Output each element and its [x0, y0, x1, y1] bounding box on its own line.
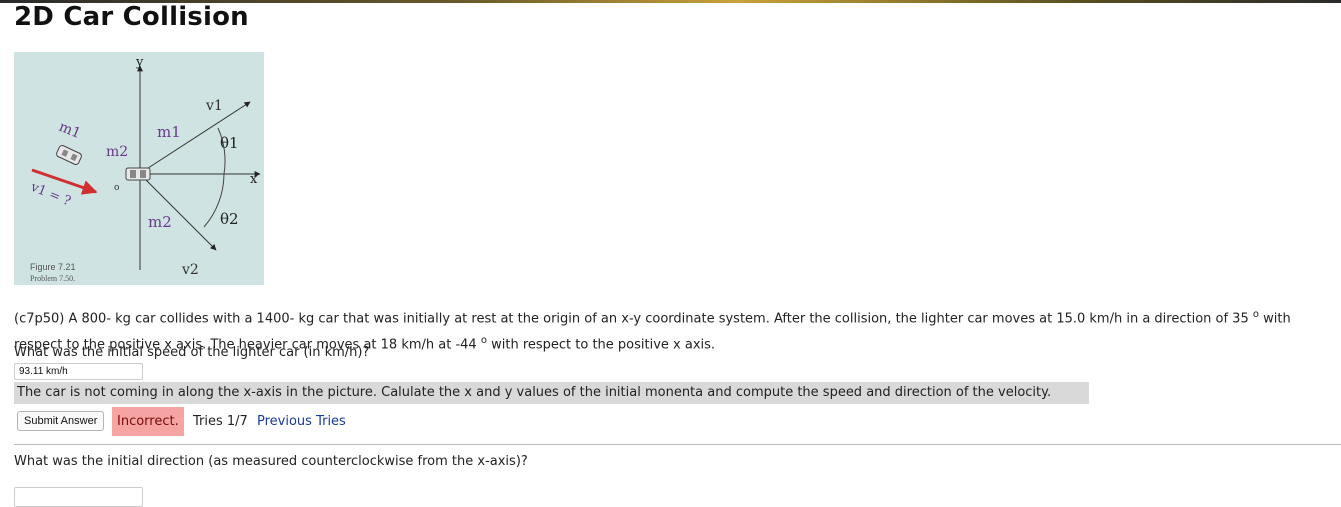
figure-caption-line2: Problem 7.50. — [30, 274, 75, 283]
hint-message: The car is not coming in along the x-axi… — [14, 382, 1089, 404]
section-divider — [14, 444, 1341, 445]
question-1-text: What was the initial speed of the lighte… — [14, 345, 370, 360]
y-axis-label: y — [135, 55, 144, 70]
figure-caption-line1: Figure 7.21 — [30, 262, 76, 272]
collision-figure: y x v1 v2 θ1 θ2 m1 m2 m2 o m1 v1 = ? Fig… — [14, 52, 264, 285]
v1-incoming-label: v1 = ? — [28, 179, 73, 209]
tries-counter: Tries 1/7 — [193, 414, 248, 429]
status-badge-incorrect: Incorrect. — [112, 407, 184, 436]
m2-label-origin: m2 — [106, 144, 128, 160]
m1-label-top: m1 — [157, 123, 181, 141]
previous-tries-link[interactable]: Previous Tries — [257, 407, 346, 436]
car-at-origin — [125, 167, 151, 181]
theta1-label: θ1 — [220, 134, 239, 152]
submit-answer-button[interactable]: Submit Answer — [17, 411, 105, 431]
question-2-text: What was the initial direction (as measu… — [14, 454, 528, 469]
x-axis-label: x — [250, 172, 258, 187]
collision-diagram: y x v1 v2 θ1 θ2 m1 m2 m2 o m1 v1 = ? Fig… — [28, 55, 261, 283]
theta2-label: θ2 — [220, 210, 239, 228]
v2-label: v2 — [181, 262, 199, 278]
m2-label-bottom: m2 — [148, 213, 172, 231]
origin-label: o — [114, 183, 119, 193]
m1-incoming-label: m1 — [57, 119, 84, 142]
incoming-car — [56, 144, 82, 166]
answer-field-2[interactable] — [14, 487, 143, 507]
v1-label: v1 — [205, 98, 223, 114]
answer-field-1[interactable] — [14, 363, 143, 380]
page-title: 2D Car Collision — [14, 2, 249, 32]
